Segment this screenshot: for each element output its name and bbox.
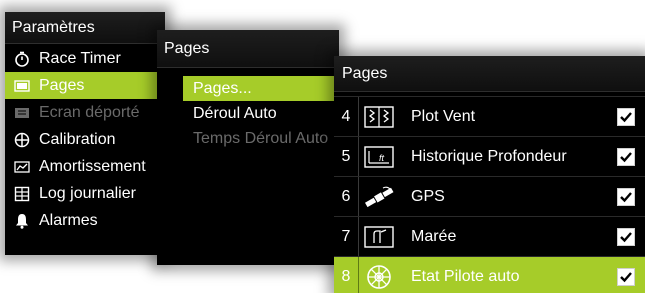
page-number: 8 (341, 267, 351, 285)
calibration-icon (13, 131, 31, 149)
menu-item-pages[interactable]: Pages (5, 72, 165, 99)
menu-item-race-timer[interactable]: Race Timer (5, 45, 165, 72)
menu-item-damping[interactable]: Amortissement (5, 153, 165, 180)
satellite-icon (359, 184, 399, 210)
submenu-item-label: Temps Déroul Auto (193, 129, 329, 147)
page-number: 6 (341, 187, 351, 205)
remote-display-icon (13, 104, 31, 122)
menu-item-label: Alarmes (39, 211, 98, 229)
pages-list-title: Pages (334, 56, 645, 92)
menu-item-label: Calibration (39, 130, 116, 148)
page-checkbox[interactable] (607, 267, 645, 286)
pages-submenu-panel: Pages Pages... Déroul Auto Temps Déroul … (157, 30, 339, 265)
submenu-item-label: Pages... (193, 79, 252, 97)
page-label: GPS (411, 187, 445, 205)
page-checkbox[interactable] (607, 187, 645, 206)
page-label: Historique Profondeur (411, 147, 567, 165)
page-checkbox[interactable] (607, 227, 645, 246)
menu-item-label: Log journalier (39, 184, 136, 202)
logbook-icon (13, 185, 31, 203)
settings-panel-title: Paramètres (5, 12, 165, 44)
page-number: 4 (341, 107, 351, 125)
depth-history-icon: ft (359, 145, 399, 168)
page-row-autopilot[interactable]: 8 Etat Pilote auto (334, 256, 645, 293)
page-number: 7 (341, 227, 351, 245)
timer-icon (13, 50, 31, 68)
menu-item-label: Ecran déporté (39, 103, 140, 121)
page-row-depth-history[interactable]: 5 ft Historique Profondeur (334, 136, 645, 176)
page-label: Etat Pilote auto (411, 267, 520, 285)
damping-icon (13, 158, 31, 176)
autopilot-wheel-icon (359, 263, 399, 291)
pages-submenu-title: Pages (157, 30, 339, 68)
menu-item-alarms[interactable]: Alarmes (5, 207, 165, 234)
page-checkbox[interactable] (607, 107, 645, 126)
wind-plot-icon (359, 105, 399, 128)
menu-item-label: Pages (39, 76, 85, 94)
page-row-gps[interactable]: 6 GPS (334, 176, 645, 216)
page-checkbox[interactable] (607, 147, 645, 166)
settings-panel: Paramètres Race Timer Pages Ecran déport… (5, 12, 165, 255)
menu-item-label: Amortissement (39, 157, 146, 175)
page-row-wind-plot[interactable]: 4 Plot Vent (334, 96, 645, 136)
submenu-item-label: Déroul Auto (193, 104, 277, 122)
tide-icon (359, 225, 399, 248)
page-row-tide[interactable]: 7 Marée (334, 216, 645, 256)
page-number: 5 (341, 147, 351, 165)
submenu-item-auto-scroll[interactable]: Déroul Auto (157, 101, 339, 126)
submenu-item-pages[interactable]: Pages... (183, 76, 339, 101)
pages-list-panel: Pages 4 Plot Vent 5 ft Historique Profon… (334, 56, 645, 293)
bell-icon (13, 212, 31, 230)
menu-item-calibration[interactable]: Calibration (5, 126, 165, 153)
page-label: Marée (411, 227, 457, 245)
menu-item-remote-display[interactable]: Ecran déporté (5, 99, 165, 126)
menu-item-label: Race Timer (39, 49, 121, 67)
submenu-item-auto-scroll-time[interactable]: Temps Déroul Auto (157, 126, 339, 151)
svg-text:ft: ft (379, 153, 385, 163)
menu-item-logbook[interactable]: Log journalier (5, 180, 165, 207)
pages-icon (13, 77, 31, 95)
page-label: Plot Vent (411, 107, 476, 125)
